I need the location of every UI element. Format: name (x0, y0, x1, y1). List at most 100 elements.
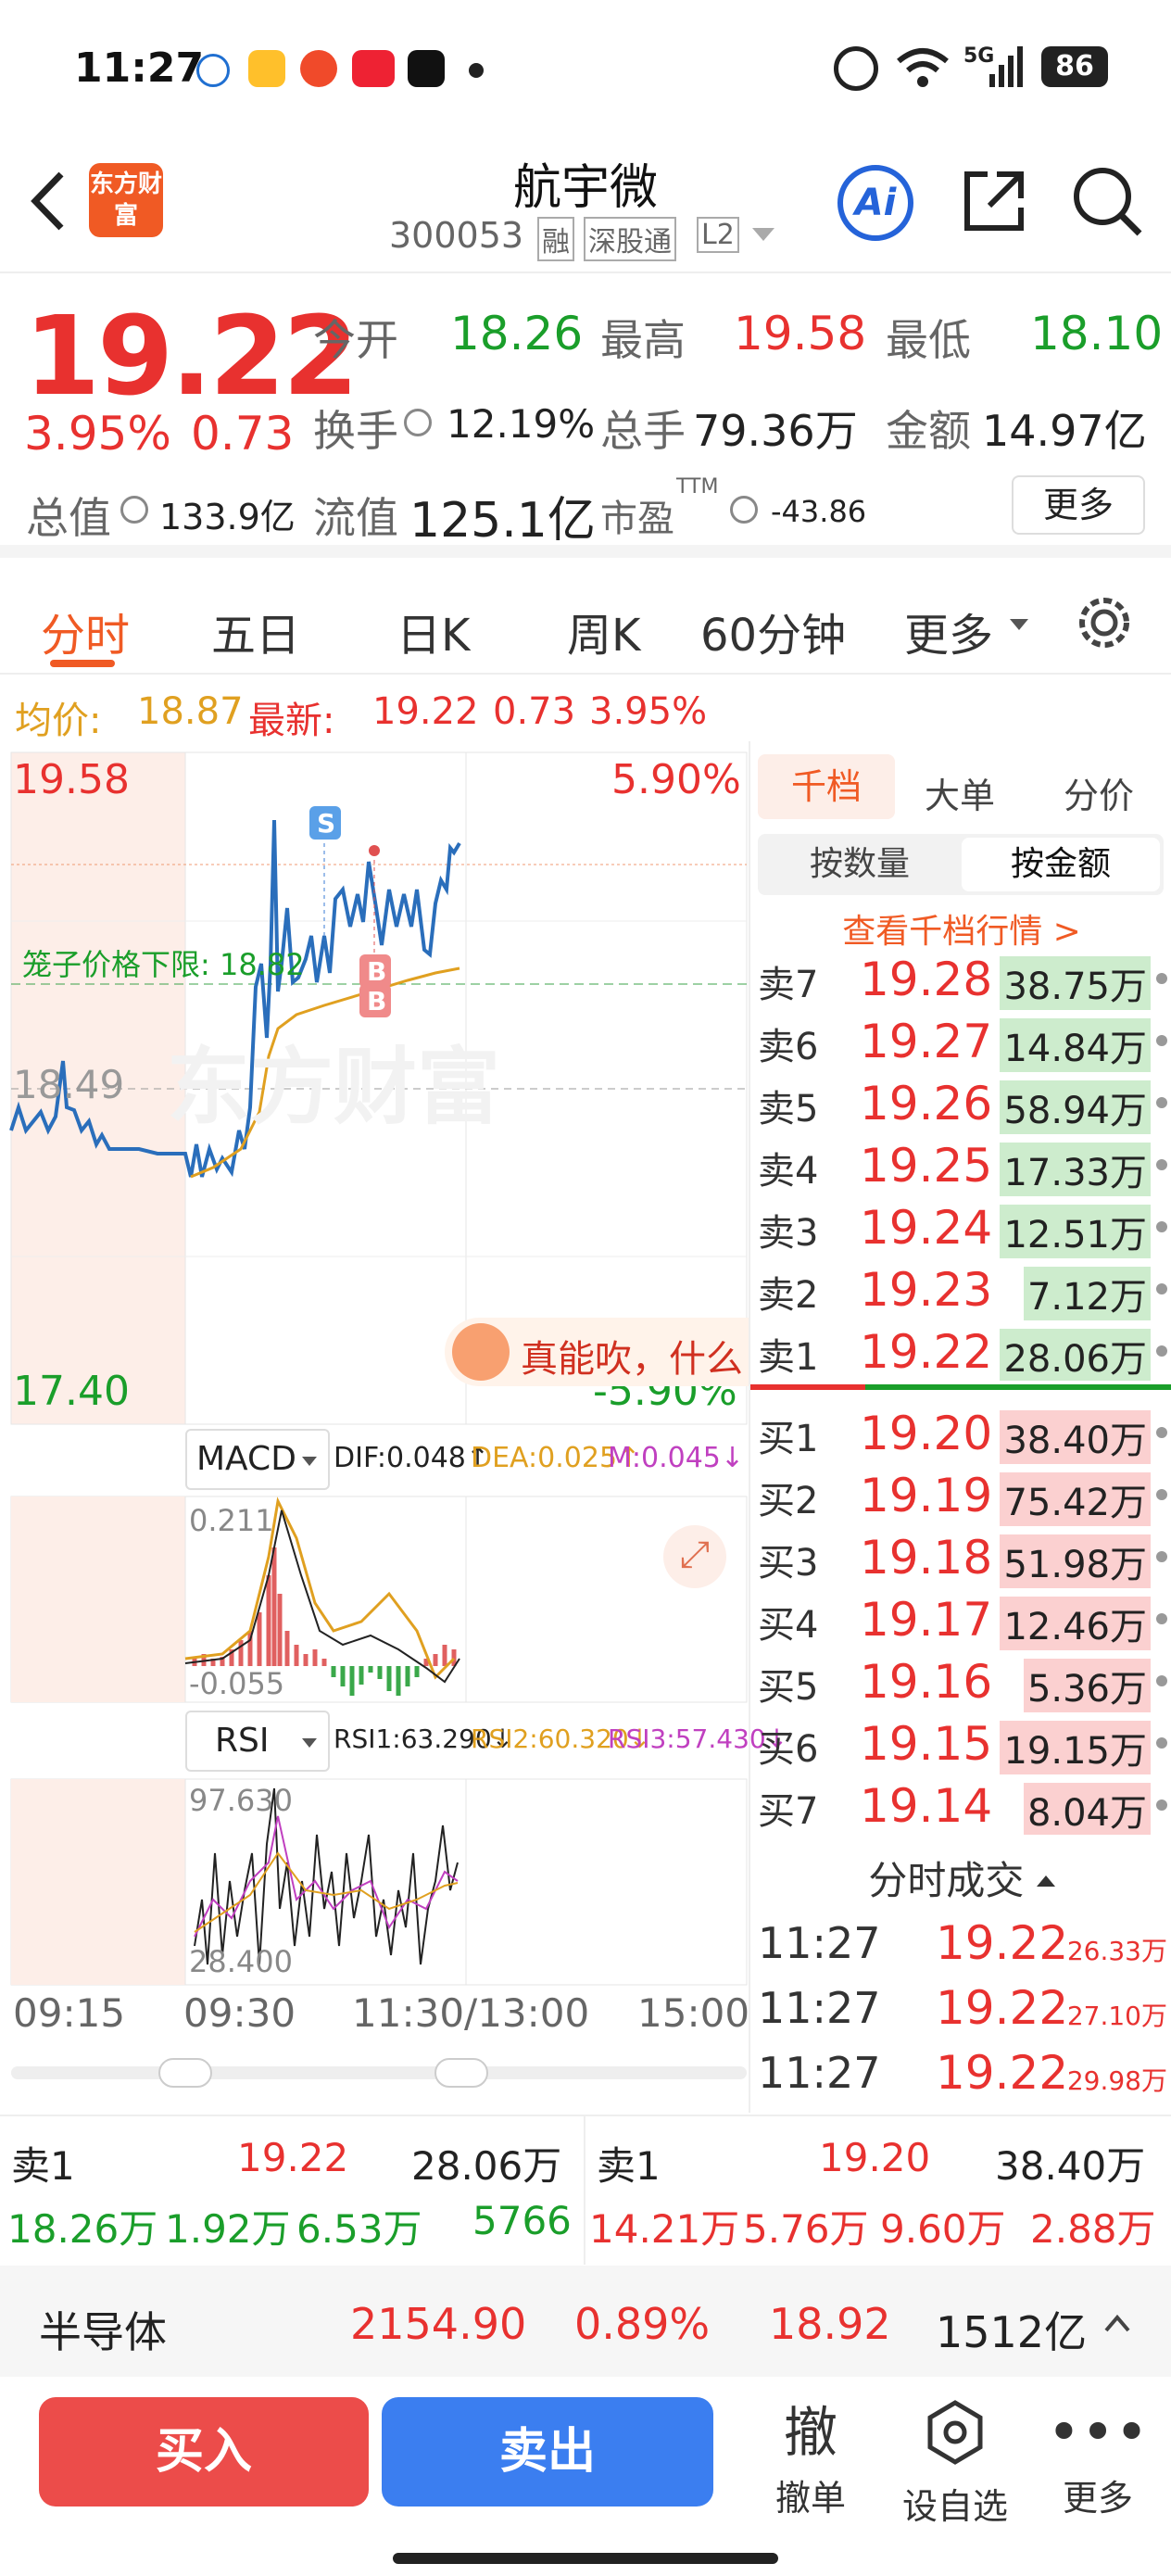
open-label: 今开 (313, 315, 398, 365)
app-icon (300, 50, 337, 87)
level-dot-icon (1156, 1489, 1167, 1500)
level-volume: 5.36万 (1023, 1659, 1151, 1712)
level-dot-icon (1156, 1221, 1167, 1232)
level-price: 19.17 (860, 1593, 993, 1647)
comment-bubble[interactable]: 真能吹，什么 (445, 1318, 749, 1386)
add-watchlist-button[interactable]: 设自选 (895, 2395, 1015, 2529)
y-axis-low: 17.40 (13, 1368, 130, 1415)
sort-toggle[interactable]: 按数量 按金额 (758, 834, 1164, 895)
sort-by-amount[interactable]: 按金额 (962, 838, 1160, 891)
market-cap-value: 133.9亿 (159, 497, 296, 537)
trades-header[interactable]: 分时成交 (750, 1850, 1171, 1906)
tab-big-order[interactable]: 大单 (925, 767, 995, 818)
tab-daily-k[interactable]: 日K (397, 599, 470, 663)
ask-row[interactable]: 卖7 19.28 38.75万 (750, 947, 1171, 1010)
cancel-order-button[interactable]: 撤 撤单 (750, 2395, 871, 2520)
tab-indicator (50, 660, 115, 667)
open-value: 18.26 (450, 307, 584, 360)
ask-row[interactable]: 卖6 19.27 14.84万 (750, 1009, 1171, 1072)
sort-by-quantity[interactable]: 按数量 (758, 834, 962, 895)
high-label: 最高 (600, 315, 686, 365)
trade-price: 19.22 (936, 1916, 1069, 1970)
trade-row: 11:27 19.22 26.33万 (750, 1913, 1171, 1974)
ai-icon[interactable]: Ai (837, 165, 913, 241)
level-label: 卖2 (758, 1274, 819, 1317)
right-stat: 9.60万 (880, 2206, 1006, 2252)
bid-row[interactable]: 买1 19.20 38.40万 (750, 1401, 1171, 1464)
range-slider-track[interactable] (11, 2066, 747, 2079)
cage-limit-label: 笼子价格下限: 18.82 (22, 947, 305, 982)
bid-row[interactable]: 买2 19.19 75.42万 (750, 1463, 1171, 1526)
bid-row[interactable]: 买3 19.18 51.98万 (750, 1525, 1171, 1588)
level-volume: 7.12万 (1023, 1267, 1151, 1320)
amount-value: 14.97亿 (982, 406, 1147, 456)
intraday-chart[interactable]: S B B 19.58 18.49 17.40 5.90% -5.90% 笼子价… (0, 741, 787, 2113)
watermark: 东方财富 (167, 1039, 500, 1136)
level-price: 19.18 (860, 1531, 993, 1585)
float-cap-label: 流值 (313, 493, 398, 543)
more-button[interactable]: 更多 (1012, 475, 1145, 535)
tab-five-day[interactable]: 五日 (211, 599, 300, 663)
chevron-down-icon[interactable] (1010, 619, 1028, 630)
dif-value: DIF:0.048↑ (334, 1442, 490, 1474)
tab-price-distribution[interactable]: 分价 (1064, 767, 1134, 818)
level-label: 买3 (758, 1542, 819, 1585)
depth-link[interactable]: 查看千档行情 > (750, 904, 1171, 953)
tab-60min[interactable]: 60分钟 (700, 599, 846, 663)
bid-row[interactable]: 买4 19.17 12.46万 (750, 1587, 1171, 1650)
level-volume: 8.04万 (1023, 1783, 1151, 1835)
pre-market-shade (11, 1496, 185, 1702)
high-value: 19.58 (734, 307, 867, 360)
ask-row[interactable]: 卖4 19.25 17.33万 (750, 1133, 1171, 1196)
macd-axis-high: 0.211 (189, 1503, 274, 1538)
rsi-selector[interactable]: RSI (185, 1711, 330, 1772)
ask-row[interactable]: 卖2 19.23 7.12万 (750, 1257, 1171, 1320)
gear-icon[interactable] (1075, 593, 1134, 652)
level-volume: 51.98万 (1000, 1534, 1151, 1588)
tab-intraday[interactable]: 分时 (41, 599, 130, 663)
right-stat: 5.76万 (743, 2206, 869, 2252)
level2-tag: L2 (697, 217, 739, 253)
bid-row[interactable]: 买5 19.16 5.36万 (750, 1649, 1171, 1712)
right-price: 19.20 (819, 2135, 931, 2180)
more-actions-button[interactable]: ••• 更多 (1038, 2395, 1158, 2520)
trade-time: 11:27 (758, 1983, 881, 2033)
pe-ttm-label: TTM (676, 475, 719, 499)
tab-more[interactable]: 更多 (904, 599, 993, 663)
status-bar: 11:27 5G 86 (0, 0, 1171, 139)
left-stat: 1.92万 (165, 2206, 291, 2252)
tab-depth[interactable]: 千档 (758, 754, 895, 819)
info-icon[interactable] (730, 496, 758, 524)
sector-bar[interactable]: 半导体 2154.90 0.89% 18.92 1512亿 (0, 2266, 1171, 2377)
level-label: 买7 (758, 1790, 819, 1833)
bid-row[interactable]: 买6 19.15 19.15万 (750, 1711, 1171, 1774)
level-price: 19.28 (860, 953, 993, 1006)
ask-row[interactable]: 卖3 19.24 12.51万 (750, 1195, 1171, 1258)
info-icon[interactable] (404, 409, 432, 436)
level-dot-icon (1156, 1283, 1167, 1294)
macd-selector[interactable]: MACD (185, 1429, 330, 1490)
level-label: 买1 (758, 1418, 819, 1460)
low-value: 18.10 (1030, 307, 1164, 360)
search-icon[interactable] (1071, 165, 1145, 239)
bid-row[interactable]: 买7 19.14 8.04万 (750, 1774, 1171, 1835)
order-book-panel: 千档 大单 分价 按数量 按金额 查看千档行情 > 卖7 19.28 38.75万卖… (749, 741, 1171, 2113)
range-slider-handle-left[interactable] (158, 2058, 212, 2088)
expand-icon[interactable]: ⤢ (663, 1525, 726, 1588)
level-label: 买4 (758, 1604, 819, 1647)
sell-button[interactable]: 卖出 (382, 2397, 713, 2507)
level-price: 19.22 (860, 1325, 993, 1379)
level-price: 19.14 (860, 1779, 993, 1833)
chevron-up-icon[interactable] (1102, 2312, 1132, 2334)
ask-list: 卖7 19.28 38.75万 卖6 19.27 14.84万 卖5 19.26 58.94万卖… (750, 947, 1171, 1381)
share-icon[interactable] (960, 167, 1028, 235)
cancel-icon: 撤 (783, 2401, 837, 2464)
tab-weekly-k[interactable]: 周K (567, 599, 640, 663)
ask-row[interactable]: 卖5 19.26 58.94万 (750, 1071, 1171, 1134)
range-slider-handle-right[interactable] (434, 2058, 488, 2088)
buy-button[interactable]: 买入 (39, 2397, 369, 2507)
info-icon[interactable] (120, 496, 148, 524)
latest-change: 0.73 (493, 690, 576, 733)
ask-row[interactable]: 卖1 19.22 28.06万 (750, 1320, 1171, 1381)
chevron-down-icon[interactable] (752, 228, 774, 241)
